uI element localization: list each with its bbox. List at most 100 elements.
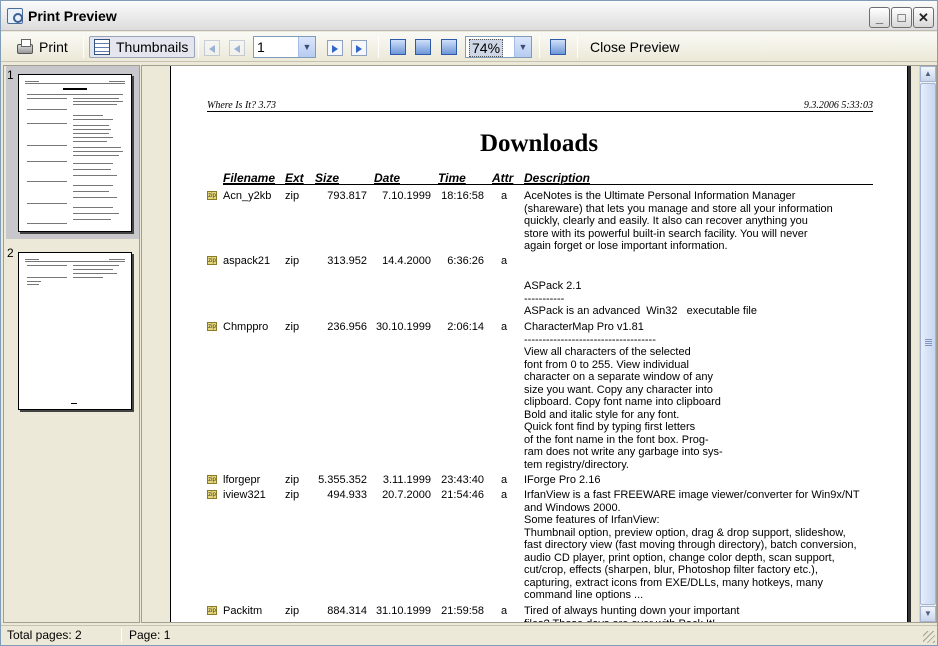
scroll-down-arrow-icon[interactable]: ▼ — [920, 606, 936, 622]
cell-time: 23:43:40 — [441, 474, 484, 486]
thumbnails-icon — [94, 39, 110, 55]
column-header-time: Time — [438, 171, 466, 185]
fit-width-icon[interactable] — [441, 39, 457, 55]
zoom-select[interactable]: 74% ▼ — [465, 36, 532, 58]
cell-attr: a — [501, 605, 508, 617]
zip-file-icon: zip — [207, 256, 217, 265]
cell-ext: zip — [285, 474, 300, 486]
page-number-select[interactable]: 1 ▼ — [253, 36, 316, 58]
scrollbar-grip-icon — [925, 339, 932, 347]
cell-size: 313.952 — [327, 255, 367, 267]
zip-file-icon: zip — [207, 191, 217, 200]
resize-grip-icon[interactable] — [923, 631, 935, 643]
next-page-icon[interactable] — [327, 40, 343, 56]
close-preview-button[interactable]: Close Preview — [590, 39, 679, 55]
cell-attr: a — [501, 474, 508, 486]
scroll-up-arrow-icon[interactable]: ▲ — [920, 66, 936, 82]
zip-file-icon: zip — [207, 490, 217, 499]
cell-filename: lforgepr — [223, 474, 261, 486]
page-setup-icon[interactable] — [550, 39, 566, 55]
print-preview-app-icon — [7, 8, 23, 24]
thumbnail-page-2[interactable]: 2 — [6, 244, 139, 414]
cell-attr: a — [501, 489, 508, 501]
thumbnail-page-image — [18, 252, 132, 410]
zip-file-icon: zip — [207, 322, 217, 331]
maximize-button[interactable]: □ — [891, 7, 912, 28]
cell-time: 6:36:26 — [447, 255, 484, 267]
cell-attr: a — [501, 321, 508, 333]
scrollbar-thumb[interactable] — [920, 83, 936, 605]
column-header-size: Size — [315, 171, 340, 185]
toolbar-separator — [539, 36, 540, 58]
status-bar: Total pages: 2 Page: 1 — [1, 625, 937, 645]
cell-filename: Chmppro — [223, 321, 269, 333]
chevron-down-icon[interactable]: ▼ — [514, 37, 531, 57]
cell-attr: a — [501, 190, 508, 202]
minimize-button[interactable]: _ — [869, 7, 890, 28]
thumbnail-number: 1 — [7, 68, 14, 82]
cell-filename: aspack21 — [223, 255, 271, 267]
total-pages-status: Total pages: 2 — [7, 628, 82, 642]
cell-description: ASPack 2.1 ----------- ASPack is an adva… — [524, 280, 757, 317]
thumbnails-button-label: Thumbnails — [116, 39, 189, 55]
page-header-right: 9.3.2006 5:33:03 — [803, 100, 873, 111]
title-bar: Print Preview _ □ ✕ — [1, 1, 937, 31]
thumbnail-page-1[interactable]: 1 — [6, 66, 139, 239]
cell-description: Tired of always hunting down your import… — [524, 605, 740, 622]
cell-description: CharacterMap Pro v1.81 -----------------… — [524, 321, 723, 471]
actual-size-icon[interactable] — [415, 39, 431, 55]
cell-size: 884.314 — [327, 605, 367, 617]
page-number-value: 1 — [257, 39, 265, 55]
printer-icon — [17, 39, 33, 54]
vertical-scrollbar[interactable]: ▲ ▼ — [919, 66, 936, 622]
zip-file-icon: zip — [207, 475, 217, 484]
header-rule — [207, 111, 873, 112]
thumbnail-pane: 1 2 — [3, 65, 140, 623]
close-window-button[interactable]: ✕ — [913, 7, 934, 28]
toolbar-separator — [577, 36, 578, 58]
column-header-ext: Ext — [285, 171, 304, 185]
print-preview-window: Print Preview _ □ ✕ Print Thumbnails 1 ▼… — [0, 0, 938, 646]
column-header-attr: Attr — [492, 171, 514, 185]
toolbar-separator — [378, 36, 379, 58]
cell-time: 2:06:14 — [447, 321, 484, 333]
column-header-rule — [223, 184, 873, 185]
page-header-left: Where Is It? 3.73 — [207, 100, 277, 111]
cell-size: 793.817 — [327, 190, 367, 202]
cell-size: 494.933 — [327, 489, 367, 501]
zip-file-icon: zip — [207, 606, 217, 615]
status-separator — [121, 628, 122, 642]
cell-description: AceNotes is the Ultimate Personal Inform… — [524, 190, 833, 252]
thumbnail-page-image — [18, 74, 132, 232]
cell-ext: zip — [285, 605, 300, 617]
fit-page-icon[interactable] — [390, 39, 406, 55]
last-page-icon[interactable] — [351, 40, 367, 56]
cell-date: 31.10.1999 — [375, 605, 431, 617]
cell-date: 20.7.2000 — [382, 489, 431, 501]
thumbnail-number: 2 — [7, 246, 14, 260]
column-header-filename: Filename — [223, 171, 276, 185]
cell-time: 21:59:58 — [441, 605, 484, 617]
cell-description: IForge Pro 2.16 — [524, 474, 601, 486]
thumbnails-toggle-button[interactable]: Thumbnails — [89, 36, 196, 58]
preview-area: Where Is It? 3.73 9.3.2006 5:33:03 Downl… — [141, 65, 937, 623]
cell-filename: Acn_y2kb — [223, 190, 272, 202]
cell-ext: zip — [285, 321, 300, 333]
cell-date: 30.10.1999 — [375, 321, 431, 333]
chevron-down-icon[interactable]: ▼ — [298, 37, 315, 57]
cell-attr: a — [501, 255, 508, 267]
window-title: Print Preview — [28, 8, 117, 24]
cell-filename: iview321 — [223, 489, 266, 501]
cell-date: 3.11.1999 — [382, 474, 431, 486]
cell-size: 236.956 — [327, 321, 367, 333]
previous-page-icon[interactable] — [229, 40, 245, 56]
print-button[interactable]: Print — [17, 36, 68, 58]
cell-ext: zip — [285, 255, 300, 267]
cell-ext: zip — [285, 190, 300, 202]
cell-description: IrfanView is a fast FREEWARE image viewe… — [524, 489, 860, 601]
print-button-label: Print — [39, 39, 68, 55]
zoom-value: 74% — [469, 39, 504, 57]
column-header-description: Description — [524, 171, 591, 185]
first-page-icon[interactable] — [204, 40, 220, 56]
cell-ext: zip — [285, 489, 300, 501]
